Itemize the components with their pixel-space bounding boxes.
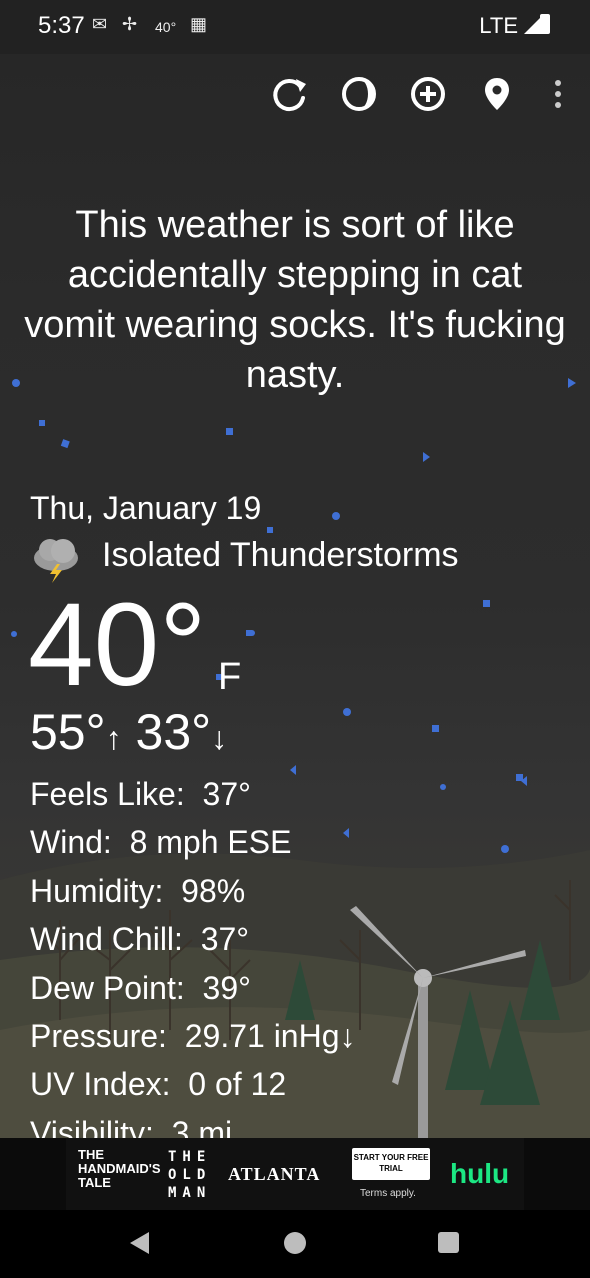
- add-location-icon[interactable]: [408, 74, 448, 114]
- weather-details: Feels Like: 37° Wind: 8 mph ESE Humidity…: [30, 770, 356, 1157]
- detail-humidity: Humidity: 98%: [30, 872, 246, 909]
- high-arrow-icon: ↑: [105, 720, 122, 756]
- forecast-date: Thu, January 19: [30, 490, 262, 526]
- refresh-icon[interactable]: [270, 74, 310, 114]
- battery-icon: [540, 14, 550, 34]
- navigation-bar: [0, 1210, 590, 1278]
- home-icon[interactable]: [284, 1232, 306, 1254]
- detail-wind-chill: Wind Chill: 37°: [30, 921, 250, 958]
- recents-icon[interactable]: [438, 1232, 459, 1253]
- weather-screen: 5:37 ✉ ✢ 40° ▦ LTE This weather is sort …: [0, 0, 590, 1278]
- gmail-icon: ✉: [92, 14, 108, 34]
- high-low-row: 55°↑ 33°↓: [30, 700, 227, 770]
- ad-content[interactable]: THE HANDMAID'S TALE THE OLD MAN ATLANTA …: [66, 1138, 524, 1210]
- thunderstorm-icon: [34, 539, 78, 583]
- detail-uv-index: UV Index: 0 of 12: [30, 1066, 287, 1103]
- low-temperature: 33°: [135, 704, 212, 760]
- detail-wind: Wind: 8 mph ESE: [30, 824, 292, 861]
- ad-banner[interactable]: THE HANDMAID'S TALE THE OLD MAN ATLANTA …: [0, 1138, 590, 1210]
- detail-dew-point: Dew Point: 39°: [30, 969, 251, 1006]
- location-pin-icon[interactable]: [477, 74, 517, 114]
- more-options-icon[interactable]: [538, 74, 578, 114]
- weather-quote: This weather is sort of like accidentall…: [24, 204, 566, 396]
- back-icon[interactable]: [130, 1232, 149, 1254]
- ad-show-handmaids-tale: THE HANDMAID'S TALE: [78, 1147, 161, 1190]
- ad-show-old-man: THE OLD MAN: [168, 1149, 212, 1201]
- detail-pressure: Pressure: 29.71 inHg↓: [30, 1018, 356, 1055]
- fan-icon: ✢: [122, 14, 138, 34]
- ad-show-atlanta: ATLANTA: [228, 1164, 321, 1184]
- condition-label: Isolated Thunderstorms: [102, 536, 459, 574]
- hulu-logo: hulu: [450, 1158, 510, 1189]
- status-time: 5:37: [38, 12, 85, 39]
- calendar-icon: ▦: [190, 14, 208, 34]
- network-type: LTE: [479, 13, 518, 38]
- status-bar: 5:37 ✉ ✢ 40° ▦ LTE: [0, 0, 590, 54]
- theme-icon[interactable]: [339, 74, 379, 114]
- high-temperature: 55°: [30, 704, 106, 760]
- ad-terms: Terms apply.: [360, 1188, 416, 1199]
- detail-feels-like: Feels Like: 37°: [30, 776, 251, 812]
- current-temperature: 40°: [28, 579, 207, 711]
- temperature-unit: F: [218, 656, 242, 698]
- weather-badge-icon: 40°: [155, 19, 177, 35]
- ad-cta-button[interactable]: START YOUR FREE TRIAL: [352, 1148, 430, 1180]
- low-arrow-icon: ↓: [211, 720, 228, 756]
